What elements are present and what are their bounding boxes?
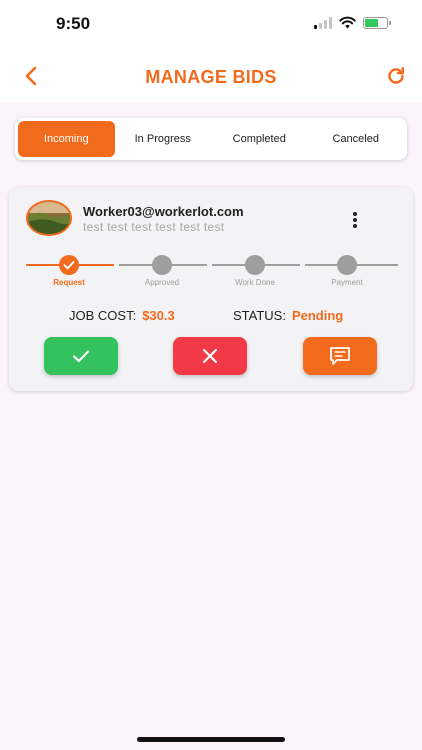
tab-completed[interactable]: Completed xyxy=(211,121,308,157)
more-options-icon[interactable] xyxy=(351,212,359,228)
refresh-icon[interactable] xyxy=(385,65,407,87)
step-request-label: Request xyxy=(53,278,85,287)
step-payment-label: Payment xyxy=(331,278,363,287)
home-indicator xyxy=(137,737,285,742)
nav-bar: MANAGE BIDS xyxy=(0,50,422,102)
worker-email: Worker03@workerlot.com xyxy=(83,204,244,219)
check-icon xyxy=(72,350,90,363)
status-icons xyxy=(314,16,391,29)
step-work-done-label: Work Done xyxy=(235,278,275,287)
reject-button[interactable] xyxy=(173,337,247,375)
job-cost-label: JOB COST: xyxy=(69,308,137,323)
status-value: Pending xyxy=(291,308,344,323)
bid-tabs: Incoming In Progress Completed Canceled xyxy=(15,118,407,160)
wifi-icon xyxy=(339,16,356,29)
step-request-node xyxy=(59,255,79,275)
tab-incoming[interactable]: Incoming xyxy=(18,121,115,157)
step-approved-label: Approved xyxy=(144,278,180,287)
bid-card[interactable]: Worker03@workerlot.com test test test te… xyxy=(9,187,413,391)
job-cost: JOB COST: $30.3 xyxy=(69,308,175,323)
bid-status: STATUS: Pending xyxy=(233,308,343,323)
step-work-done-node xyxy=(245,255,265,275)
status-time: 9:50 xyxy=(56,14,91,33)
step-payment-node xyxy=(337,255,357,275)
status-bar: 9:50 xyxy=(0,0,422,50)
close-icon xyxy=(202,348,218,364)
cellular-signal-icon xyxy=(314,16,332,29)
job-cost-value: $30.3 xyxy=(142,308,175,323)
tab-in-progress[interactable]: In Progress xyxy=(115,121,212,157)
status-label: STATUS: xyxy=(233,308,286,323)
battery-icon xyxy=(363,16,391,29)
bid-description: test test test test test test xyxy=(83,220,225,234)
page-title: MANAGE BIDS xyxy=(145,67,277,87)
message-button[interactable] xyxy=(303,337,377,375)
progress-stepper: Request Approved Work Done Payment xyxy=(26,255,398,291)
step-approved-node xyxy=(152,255,172,275)
accept-button[interactable] xyxy=(44,337,118,375)
tab-canceled[interactable]: Canceled xyxy=(308,121,405,157)
avatar xyxy=(26,200,72,236)
avatar-image xyxy=(28,202,70,234)
battery-level xyxy=(365,18,378,27)
message-icon xyxy=(330,347,350,365)
check-icon xyxy=(63,261,75,270)
